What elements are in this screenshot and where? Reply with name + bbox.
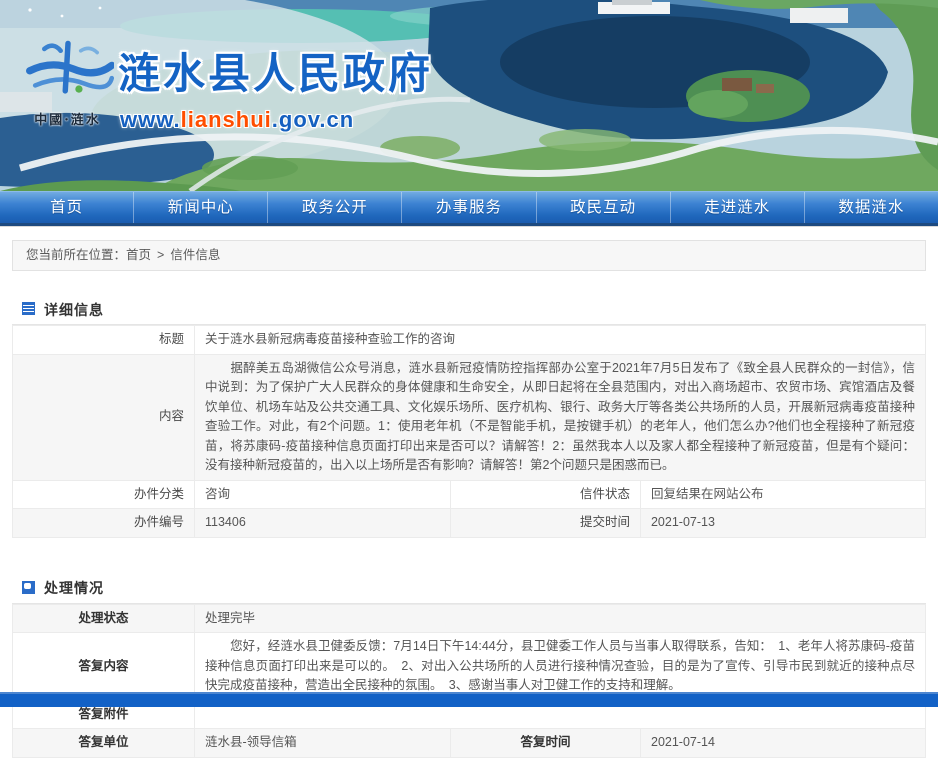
category-value: 咨询 [195,480,451,509]
site-url-suffix: .gov.cn [272,107,354,132]
reply-unit-value: 涟水县-领导信箱 [195,729,451,758]
table-row-title: 标题 关于涟水县新冠病毒疫苗接种查验工作的咨询 [13,326,926,355]
site-url-domain: lianshui [181,107,272,132]
row-label: 答复时间 [451,729,641,758]
letter-title-value: 关于涟水县新冠病毒疫苗接种查验工作的咨询 [195,326,926,355]
breadcrumb: 您当前所在位置：首页 > 信件信息 [12,240,926,271]
letter-content-value: 据醉美五岛湖微信公众号消息，涟水县新冠疫情防控指挥部办公室于2021年7月5日发… [195,354,926,480]
process-state-value: 处理完毕 [195,604,926,633]
nav-item-services[interactable]: 办事服务 [401,192,535,223]
reply-time-value: 2021-07-14 [641,729,926,758]
status-icon [22,581,35,594]
submit-time-value: 2021-07-13 [640,509,925,538]
detail-section-title: 详细信息 [44,300,104,320]
table-row-reply: 答复内容 您好，经涟水县卫健委反馈：7月14日下午14:44分，县卫健委工作人员… [13,633,926,701]
row-label: 标题 [13,326,195,355]
letter-status-value: 回复结果在网站公布 [640,480,925,509]
main-nav: 首页 新闻中心 政务公开 办事服务 政民互动 走进涟水 数据涟水 [0,191,938,223]
row-label: 办件编号 [13,509,195,538]
nav-item-gov-disclosure[interactable]: 政务公开 [267,192,401,223]
site-url[interactable]: www.lianshui.gov.cn [120,107,433,133]
breadcrumb-home-link[interactable]: 首页 [126,248,151,262]
breadcrumb-separator: > [157,248,164,262]
case-number-value: 113406 [195,509,451,538]
row-label: 信件状态 [450,480,640,509]
table-row-content: 内容 据醉美五岛湖微信公众号消息，涟水县新冠疫情防控指挥部办公室于2021年7月… [13,354,926,480]
process-section-title: 处理情况 [44,578,104,598]
nav-item-public-interaction[interactable]: 政民互动 [536,192,670,223]
page: 中國·涟水 涟水县人民政府 www.lianshui.gov.cn 首页 新闻中… [0,0,950,707]
nav-shadow [0,226,938,227]
nav-item-into-lianshui[interactable]: 走进涟水 [670,192,804,223]
row-label: 办件分类 [13,480,195,509]
reply-content-value: 您好，经涟水县卫健委反馈：7月14日下午14:44分，县卫健委工作人员与当事人取… [195,633,926,701]
table-row-unit: 答复单位 涟水县-领导信箱 答复时间 2021-07-14 [13,729,926,758]
row-label: 处理状态 [13,604,195,633]
breadcrumb-current: 信件信息 [170,248,220,262]
row-label: 答复内容 [13,633,195,701]
breadcrumb-label: 您当前所在位置： [26,248,126,262]
list-icon [22,302,35,315]
nav-item-lianshui-data[interactable]: 数据涟水 [804,192,938,223]
site-logo[interactable]: 中國·涟水 [20,38,115,128]
row-label: 内容 [13,354,195,480]
detail-section-header: 详细信息 [12,295,926,325]
site-title: 涟水县人民政府 [118,40,433,101]
banner: 中國·涟水 涟水县人民政府 www.lianshui.gov.cn [0,0,938,191]
site-masthead: 涟水县人民政府 www.lianshui.gov.cn [118,40,433,133]
nav-item-home[interactable]: 首页 [0,192,133,223]
lianshui-logo-icon [22,38,114,100]
row-label: 提交时间 [450,509,640,538]
detail-table: 标题 关于涟水县新冠病毒疫苗接种查验工作的咨询 内容 据醉美五岛湖微信公众号消息… [12,325,926,538]
main-content: 您当前所在位置：首页 > 信件信息 详细信息 标题 关于涟水县新冠病毒疫苗接种查验工… [12,240,926,758]
table-row-state: 处理状态 处理完毕 [13,604,926,633]
site-logo-caption: 中國·涟水 [20,109,115,128]
nav-item-news-center[interactable]: 新闻中心 [133,192,267,223]
process-section-header: 处理情况 [12,574,926,604]
site-url-www: www. [120,107,181,132]
footer-bar [0,692,938,707]
row-label: 答复单位 [13,729,195,758]
process-table: 处理状态 处理完毕 答复内容 您好，经涟水县卫健委反馈：7月14日下午14:44… [12,604,926,758]
table-row-category: 办件分类 咨询 信件状态 回复结果在网站公布 [13,480,926,509]
table-row-number: 办件编号 113406 提交时间 2021-07-13 [13,509,926,538]
